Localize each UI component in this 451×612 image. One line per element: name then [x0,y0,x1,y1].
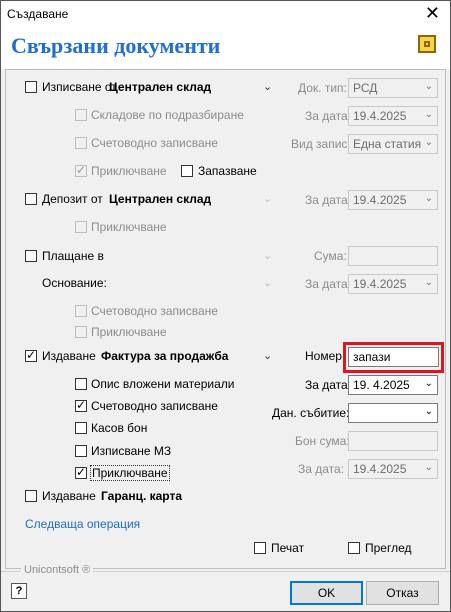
payment-accounting-label: Счетоводно записване [91,304,218,318]
chevron-down-icon[interactable]: ⌄ [263,192,277,206]
preview-label: Преглед [365,541,412,555]
invoice-checkbox[interactable] [25,348,37,362]
payment-date-label: За дата: [305,277,352,291]
app-logo-icon [418,35,436,53]
issue-label: Изписване от [42,80,117,94]
close-icon[interactable]: ✕ [425,3,440,23]
invoice-accounting-checkbox[interactable] [75,398,87,412]
warranty-doc: Гаранц. карта [101,489,183,503]
deposit-checkbox[interactable] [25,193,37,205]
issue-warehouse: Централен склад [109,80,212,94]
number-field[interactable]: запази [348,347,439,367]
receipt-amount-field[interactable] [348,431,438,451]
doc-type-label: Док. тип: [298,81,347,95]
event-date-field[interactable]: ⌄ [348,403,438,423]
chevron-down-icon: ⌄ [424,378,433,389]
issue-checkbox[interactable] [25,81,37,93]
chevron-down-icon[interactable]: ⌄ [263,349,277,363]
payment-date-field[interactable]: 19.4.2025 ⌄ [348,274,438,294]
entry-type-select[interactable]: Една статия ⌄ [348,134,438,154]
number-value: запази [353,350,391,364]
payment-label: Плащане в [42,249,104,263]
deposit-date-label: За дата: [305,193,352,207]
deposit-warehouse: Централен склад [109,192,212,206]
next-operation-link[interactable]: Следваща операция [25,517,140,531]
chevron-down-icon[interactable]: ⌄ [263,276,277,290]
invoice-label: Издаване [42,349,96,363]
number-label: Номер [305,349,342,363]
payment-checkbox[interactable] [25,250,37,262]
issue-date-label: За дата: [305,109,352,123]
materials-checkbox[interactable] [75,378,87,390]
deposit-complete-label: Приключване [91,220,167,234]
help-icon[interactable]: ? [11,583,27,599]
invoice-complete-label: Приключване [90,465,170,481]
issue-accounting-label: Счетоводно записване [91,136,218,150]
invoice-date-label: За дата: [305,378,352,392]
page-title: Свързани документи [11,33,221,58]
materials-label: Опис вложени материали [91,377,235,391]
issue-date-value: 19.4.2025 [353,109,407,123]
invoice-doc: Фактура за продажба [101,349,229,363]
doc-type-value: РСД [353,81,378,95]
chevron-down-icon: ⌄ [424,462,433,473]
invoice-date-field[interactable]: 19. 4.2025 ⌄ [348,375,438,395]
payment-reason-label: Основание: [42,276,107,290]
default-warehouses-checkbox[interactable] [75,109,87,121]
title-bar: Създаване ✕ [1,1,450,27]
ok-button[interactable]: OK [290,581,363,605]
chevron-down-icon: ⌄ [424,406,433,417]
print-label: Печат [271,541,305,555]
chevron-down-icon[interactable]: ⌄ [263,80,277,94]
brand-label: Unicontsoft ® [21,564,94,576]
deposit-label: Депозит от [42,192,103,206]
issue-accounting-checkbox[interactable] [75,137,87,149]
receipt-date-value: 19.4.2025 [353,462,407,476]
invoice-date-value: 19. 4.2025 [353,378,410,392]
entry-type-label: Вид запис: [291,137,351,151]
receipt-date-field[interactable]: 19.4.2025 ⌄ [348,459,438,479]
issue-date-field[interactable]: 19.4.2025 ⌄ [348,106,438,126]
invoice-accounting-label: Счетоводно записване [91,399,218,413]
doc-type-select[interactable]: РСД ⌄ [348,78,438,98]
amount-field[interactable] [348,246,438,266]
preview-checkbox[interactable] [348,542,360,554]
dialog-header: Свързани документи [1,27,450,69]
save-checkbox[interactable] [181,165,193,177]
save-label: Запазване [198,164,257,178]
chevron-down-icon: ⌄ [424,109,433,120]
payment-complete-label: Приключване [91,325,167,339]
payment-complete-checkbox[interactable] [75,326,87,338]
warranty-checkbox[interactable] [25,490,37,502]
window-title: Създаване [7,7,69,21]
deposit-date-field[interactable]: 19.4.2025 ⌄ [348,190,438,210]
deposit-date-value: 19.4.2025 [353,193,407,207]
event-date-label: Дан. събитие: [272,406,350,420]
chevron-down-icon[interactable]: ⌄ [263,249,277,263]
warranty-label: Издаване [42,489,96,503]
default-warehouses-label: Складове по подразбиране [91,108,244,122]
issue-mz-checkbox[interactable] [75,445,87,457]
chevron-down-icon: ⌄ [424,193,433,204]
amount-label: Сума: [314,249,347,263]
chevron-down-icon: ⌄ [424,137,433,148]
issue-complete-label: Приключване [91,164,167,178]
entry-type-value: Една статия [353,137,422,151]
dialog-window: Създаване ✕ Свързани документи Изписване… [0,0,451,612]
receipt-date-label: За дата: [298,462,345,476]
cash-receipt-checkbox[interactable] [75,422,87,434]
cash-receipt-label: Касов бон [91,421,148,435]
receipt-amount-label: Бон сума: [295,434,350,448]
print-checkbox[interactable] [254,542,266,554]
invoice-complete-checkbox[interactable] [75,465,87,479]
cancel-button[interactable]: Отказ [366,581,439,605]
issue-mz-label: Изписване МЗ [91,444,172,458]
chevron-down-icon: ⌄ [424,81,433,92]
payment-accounting-checkbox[interactable] [75,305,87,317]
deposit-complete-checkbox[interactable] [75,221,87,233]
chevron-down-icon: ⌄ [424,277,433,288]
issue-complete-checkbox[interactable] [75,163,87,177]
payment-date-value: 19.4.2025 [353,277,407,291]
